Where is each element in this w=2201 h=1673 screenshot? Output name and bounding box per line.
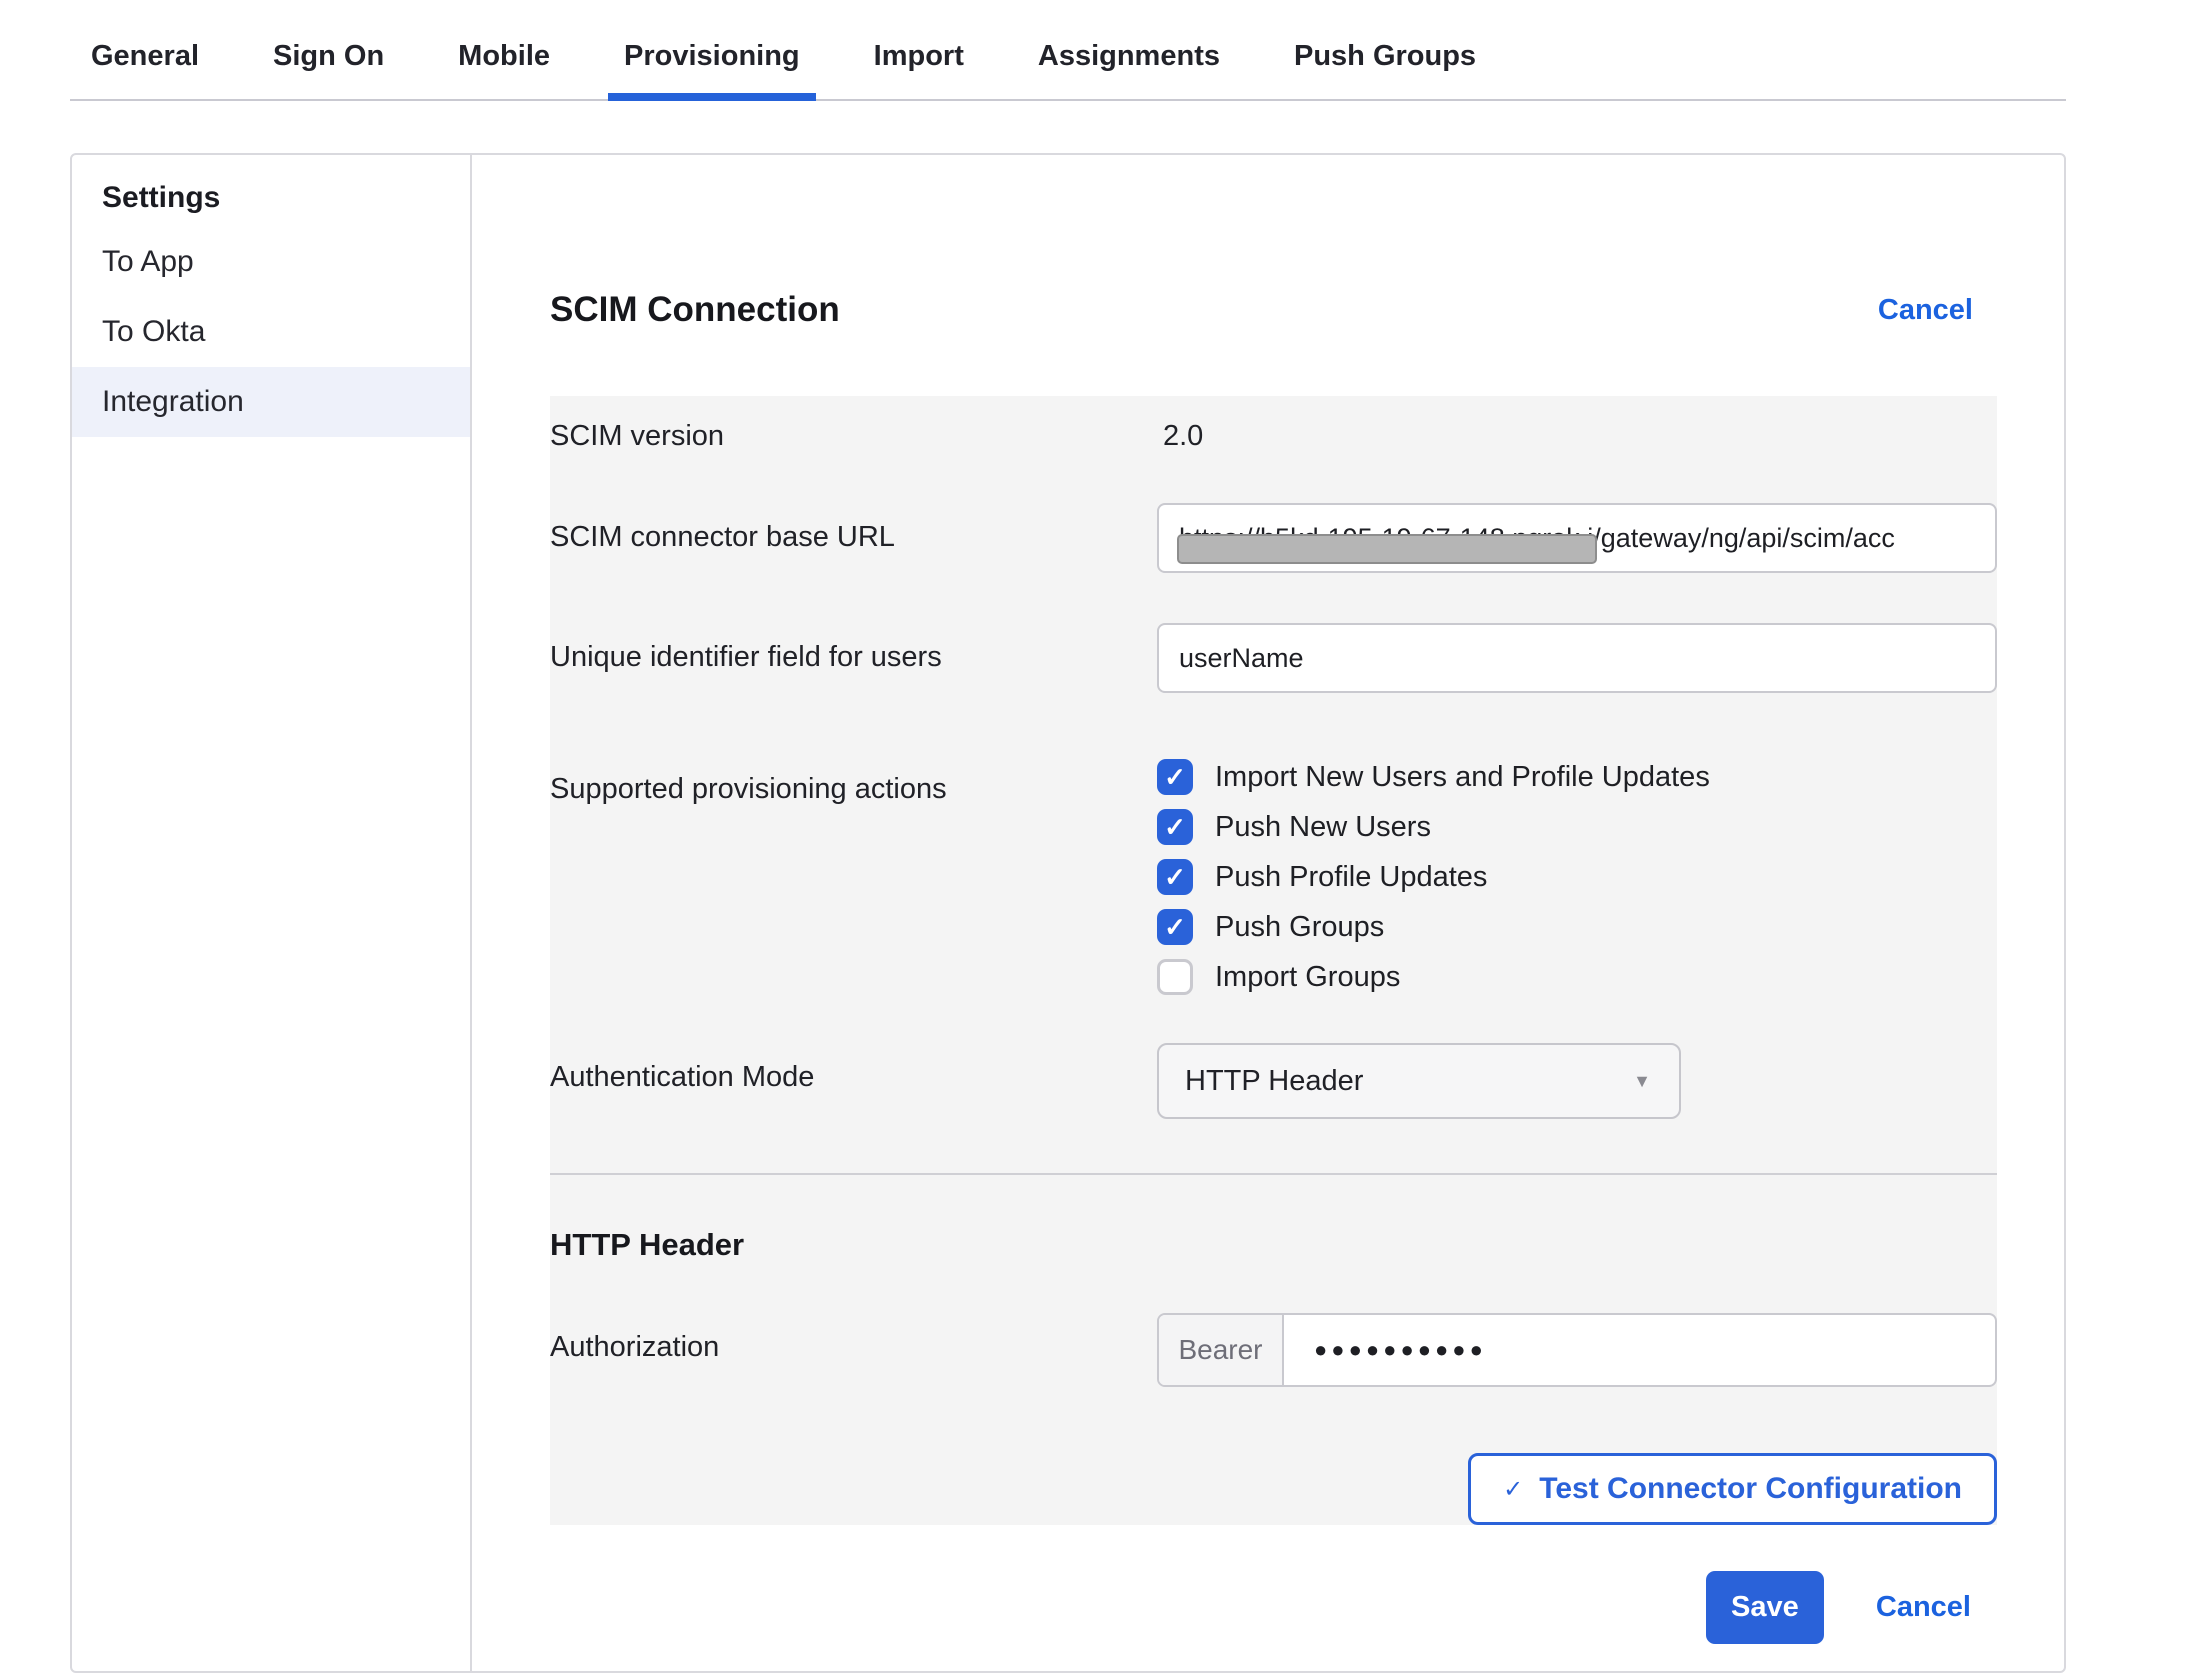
tab-provisioning[interactable]: Provisioning	[608, 34, 816, 101]
checkbox-checked-box[interactable]: ✓	[1157, 809, 1193, 845]
auth-mode-label: Authentication Mode	[550, 1043, 1157, 1119]
scim-version-label: SCIM version	[550, 420, 1157, 453]
checkbox-checked-box[interactable]: ✓	[1157, 759, 1193, 795]
base-url-row: SCIM connector base URL https://h5kd-195…	[550, 503, 1997, 573]
bearer-prefix: Bearer	[1159, 1315, 1284, 1385]
page-title: SCIM Connection	[550, 290, 840, 330]
app-tabs: General Sign On Mobile Provisioning Impo…	[70, 0, 2066, 101]
cancel-link-bottom[interactable]: Cancel	[1876, 1591, 1971, 1624]
checkbox-push-new-users[interactable]: ✓ Push New Users	[1157, 809, 1710, 845]
base-url-masked-segment: https://h5kd-195-19-67-148.ngrok.i	[1179, 523, 1593, 554]
save-button[interactable]: Save	[1706, 1571, 1824, 1644]
tab-mobile[interactable]: Mobile	[442, 34, 566, 101]
sidebar-title: Settings	[72, 169, 470, 227]
checkmark-icon: ✓	[1164, 864, 1186, 890]
auth-mode-value: HTTP Header	[1185, 1065, 1363, 1098]
sidebar-item-integration[interactable]: Integration	[72, 367, 470, 437]
auth-mode-dropdown[interactable]: HTTP Header ▼	[1157, 1043, 1681, 1119]
bearer-token-input[interactable]: ●●●●●●●●●●	[1284, 1315, 1995, 1385]
scim-connection-main: SCIM Connection Cancel SCIM version 2.0 …	[472, 155, 2068, 1671]
checkmark-icon: ✓	[1164, 814, 1186, 840]
checkbox-label: Push Profile Updates	[1215, 861, 1487, 894]
form-actions: Save Cancel	[550, 1571, 1997, 1644]
checkbox-import-groups[interactable]: Import Groups	[1157, 959, 1710, 995]
unique-id-input[interactable]: userName	[1157, 623, 1997, 693]
unique-id-label: Unique identifier field for users	[550, 623, 1157, 693]
checkbox-checked-box[interactable]: ✓	[1157, 859, 1193, 895]
checkmark-icon: ✓	[1164, 764, 1186, 790]
settings-sidebar: Settings To App To Okta Integration	[72, 155, 472, 1671]
tab-assignments[interactable]: Assignments	[1022, 34, 1236, 101]
checkbox-import-new-users[interactable]: ✓ Import New Users and Profile Updates	[1157, 759, 1710, 795]
tab-push-groups[interactable]: Push Groups	[1278, 34, 1492, 101]
checkbox-label: Import New Users and Profile Updates	[1215, 761, 1710, 794]
auth-mode-row: Authentication Mode HTTP Header ▼	[550, 1043, 1997, 1119]
unique-id-row: Unique identifier field for users userNa…	[550, 623, 1997, 693]
test-connector-configuration-button[interactable]: ✓ Test Connector Configuration	[1468, 1453, 1997, 1525]
tab-sign-on[interactable]: Sign On	[257, 34, 400, 101]
authorization-row: Authorization Bearer ●●●●●●●●●●	[550, 1313, 1997, 1387]
checkmark-icon: ✓	[1164, 914, 1186, 940]
section-divider	[550, 1173, 1997, 1175]
test-connector-configuration-label: Test Connector Configuration	[1539, 1472, 1962, 1506]
redaction-bar	[1177, 534, 1597, 564]
scim-version-value: 2.0	[1157, 420, 1203, 453]
http-header-heading: HTTP Header	[550, 1227, 1997, 1263]
scim-version-row: SCIM version 2.0	[550, 398, 1997, 453]
provisioning-actions-label: Supported provisioning actions	[550, 755, 1157, 995]
heading-row: SCIM Connection Cancel	[550, 290, 1997, 330]
authorization-input-group: Bearer ●●●●●●●●●●	[1157, 1313, 1997, 1387]
checkbox-checked-box[interactable]: ✓	[1157, 909, 1193, 945]
dropdown-caret-icon: ▼	[1633, 1071, 1651, 1092]
sidebar-item-to-app[interactable]: To App	[72, 227, 470, 297]
base-url-visible-suffix: /gateway/ng/api/scim/acc	[1593, 523, 1895, 554]
checkmark-icon: ✓	[1503, 1475, 1523, 1504]
cancel-link-top[interactable]: Cancel	[1878, 294, 1973, 327]
checkbox-unchecked-box[interactable]	[1157, 959, 1193, 995]
provisioning-actions-group: ✓ Import New Users and Profile Updates ✓…	[1157, 755, 1710, 995]
scim-form-panel: SCIM version 2.0 SCIM connector base URL…	[550, 396, 1997, 1525]
base-url-label: SCIM connector base URL	[550, 503, 1157, 573]
provisioning-actions-row: Supported provisioning actions ✓ Import …	[550, 755, 1997, 995]
checkbox-push-profile-updates[interactable]: ✓ Push Profile Updates	[1157, 859, 1710, 895]
tab-import[interactable]: Import	[858, 34, 980, 101]
checkbox-label: Import Groups	[1215, 961, 1400, 994]
base-url-input[interactable]: https://h5kd-195-19-67-148.ngrok.i /gate…	[1157, 503, 1997, 573]
tab-general[interactable]: General	[75, 34, 215, 101]
sidebar-item-to-okta[interactable]: To Okta	[72, 297, 470, 367]
checkbox-label: Push Groups	[1215, 911, 1384, 944]
test-row: ✓ Test Connector Configuration	[550, 1453, 1997, 1525]
checkbox-push-groups[interactable]: ✓ Push Groups	[1157, 909, 1710, 945]
authorization-label: Authorization	[550, 1313, 1157, 1387]
provisioning-card: Settings To App To Okta Integration SCIM…	[70, 153, 2066, 1673]
checkbox-label: Push New Users	[1215, 811, 1431, 844]
